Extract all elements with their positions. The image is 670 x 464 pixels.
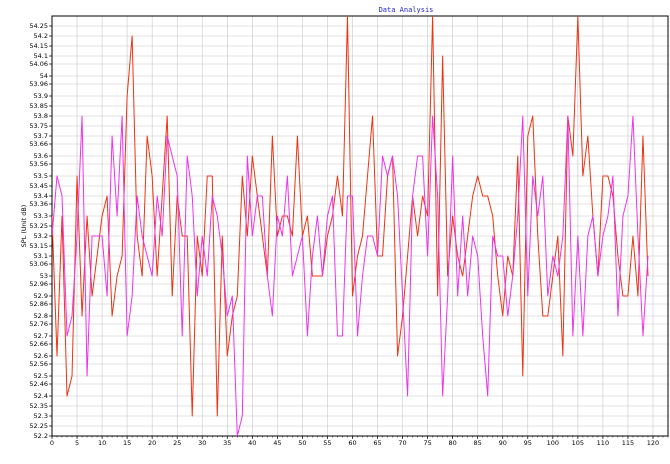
x-tick-label: 100 <box>547 439 559 447</box>
x-tick-label: 65 <box>373 439 381 447</box>
y-tick-label: 52.4 <box>34 392 48 400</box>
y-tick-label: 53.4 <box>34 192 48 200</box>
y-tick-label: 53.7 <box>34 132 48 140</box>
x-tick-labels: 0 5 10 15 20 25 30 35 40 45 50 55 60 65 70 75 80 85 90 95 10… <box>50 436 669 447</box>
x-tick-label: 20 <box>148 439 156 447</box>
y-tick-label: 53.8 <box>34 112 48 120</box>
y-tick-label: 53.15 <box>29 242 48 250</box>
x-tick-label: 25 <box>173 439 181 447</box>
y-tick-label: 52.46 <box>29 380 48 388</box>
x-tick-label: 110 <box>597 439 609 447</box>
x-tick-label: 75 <box>423 439 431 447</box>
y-tick-label: 54.25 <box>29 22 48 30</box>
y-tick-label: 54.2 <box>34 32 48 40</box>
y-tick-label: 53.1 <box>34 252 48 260</box>
x-tick-label: 15 <box>123 439 131 447</box>
y-tick-label: 52.7 <box>34 332 48 340</box>
y-tick-label: 53.9 <box>34 92 48 100</box>
x-tick-label: 30 <box>198 439 206 447</box>
x-tick-label: 10 <box>98 439 106 447</box>
y-tick-label: 52.9 <box>34 292 48 300</box>
y-tick-label: 54.1 <box>34 52 48 60</box>
y-tick-label: 53.66 <box>29 140 48 148</box>
y-tick-label: 53.45 <box>29 182 48 190</box>
y-tick-label: 53.36 <box>29 200 48 208</box>
y-tick-label: 54.15 <box>29 42 48 50</box>
x-tick-label: 50 <box>298 439 306 447</box>
chart-title: Data Analysis <box>379 6 434 14</box>
x-tick-label: 120 <box>647 439 659 447</box>
x-tick-label: 60 <box>348 439 356 447</box>
y-tick-label: 54.06 <box>29 60 48 68</box>
y-tick-label: 52.5 <box>34 372 48 380</box>
y-tick-label: 52.96 <box>29 280 48 288</box>
x-tick-label: 90 <box>499 439 507 447</box>
y-tick-label: 54 <box>40 72 48 80</box>
x-tick-label: 70 <box>398 439 406 447</box>
y-tick-label: 52.86 <box>29 300 48 308</box>
y-tick-label: 52.3 <box>34 412 48 420</box>
x-tick-label: 95 <box>524 439 532 447</box>
x-tick-label: 115 <box>622 439 634 447</box>
y-tick-label: 52.66 <box>29 340 48 348</box>
y-tick-label: 52.6 <box>34 352 48 360</box>
y-tick-label: 53.5 <box>34 172 48 180</box>
y-tick-label: 52.2 <box>34 432 48 440</box>
x-tick-label: 85 <box>474 439 482 447</box>
y-tick-label: 52.35 <box>29 402 48 410</box>
x-tick-label: 80 <box>449 439 457 447</box>
y-tick-label: 53 <box>40 272 48 280</box>
y-tick-label: 52.25 <box>29 422 48 430</box>
y-tick-label: 53.75 <box>29 122 48 130</box>
y-tick-label: 52.8 <box>34 312 48 320</box>
y-tick-label: 53.2 <box>34 232 48 240</box>
y-tick-label: 53.56 <box>29 160 48 168</box>
y-axis-label: SPL (Unit dB) <box>20 205 28 248</box>
y-tick-label: 53.06 <box>29 260 48 268</box>
x-tick-label: 35 <box>223 439 231 447</box>
y-tick-label: 53.96 <box>29 80 48 88</box>
y-tick-label: 52.76 <box>29 320 48 328</box>
y-tick-label: 53.3 <box>34 212 48 220</box>
y-tick-label: 52.56 <box>29 360 48 368</box>
line-chart: Data Analysis SPL (Unit dB) 52.2 52.25 52.… <box>20 6 669 447</box>
x-tick-label: 105 <box>572 439 584 447</box>
y-tick-label: 53.85 <box>29 102 48 110</box>
y-tick-label: 53.25 <box>29 222 48 230</box>
y-tick-label: 53.6 <box>34 152 48 160</box>
x-tick-label: 45 <box>273 439 281 447</box>
x-tick-label: 0 <box>50 439 54 447</box>
x-tick-label: 40 <box>248 439 256 447</box>
y-tick-labels: 52.252.2552.352.3552.452.4652.552.5652.6… <box>29 22 52 440</box>
x-tick-label: 5 <box>75 439 79 447</box>
x-tick-label: 55 <box>323 439 331 447</box>
